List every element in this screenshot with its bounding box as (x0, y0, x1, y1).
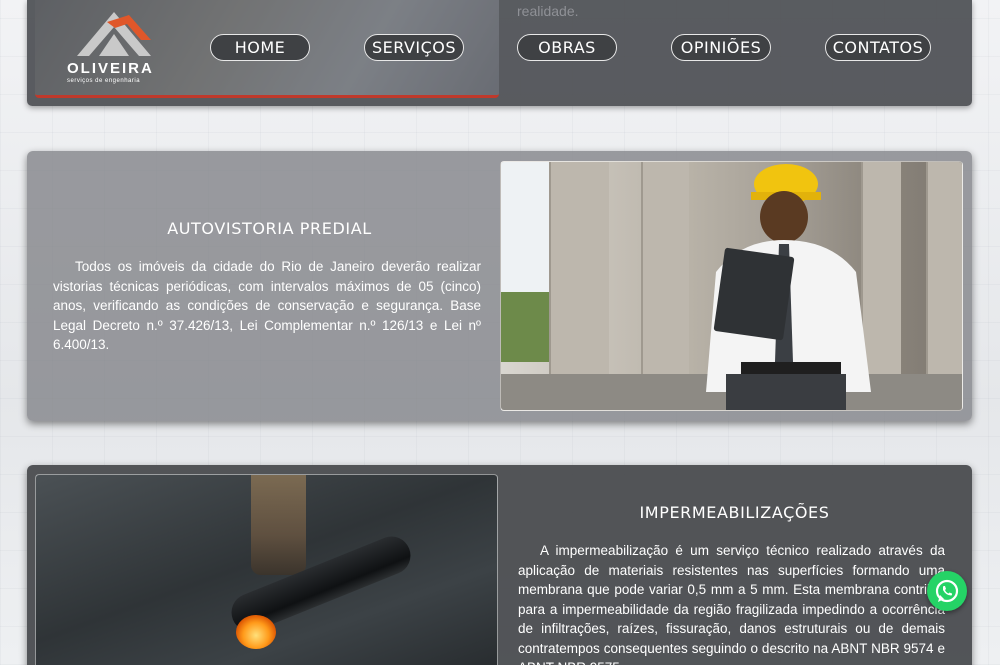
nav-contatos[interactable]: CONTATOS (825, 34, 931, 61)
card-title: IMPERMEABILIZAÇÕES (639, 503, 830, 522)
whatsapp-button[interactable] (927, 571, 967, 611)
logo[interactable]: OLIVEIRA serviços de engenharia (67, 10, 162, 88)
service-card-autovistoria: AUTOVISTORIA PREDIAL Todos os imóveis da… (27, 151, 972, 421)
logo-mark-icon (77, 12, 151, 56)
card-text: Todos os imóveis da cidade do Rio de Jan… (53, 259, 481, 352)
whatsapp-icon (935, 579, 959, 603)
previous-section-text: realidade. (517, 3, 579, 19)
nav-servicos[interactable]: SERVIÇOS (364, 34, 464, 61)
nav-obras[interactable]: OBRAS (517, 34, 617, 61)
logo-tagline: serviços de engenharia (67, 78, 141, 84)
logo-name: OLIVEIRA (67, 60, 154, 77)
card-title: AUTOVISTORIA PREDIAL (167, 219, 372, 238)
card-text: A impermeabilização é um serviço técnico… (518, 543, 945, 665)
service-card-impermeabilizacoes: IMPERMEABILIZAÇÕES A impermeabilização é… (27, 465, 972, 665)
inspector-photo (500, 161, 963, 411)
site-header: realidade. OLIVEIRA serviços de engenhar… (27, 0, 972, 106)
inspector-figure-icon (706, 164, 871, 410)
nav-home[interactable]: HOME (210, 34, 310, 61)
nav-opinioes[interactable]: OPINIÕES (671, 34, 771, 61)
waterproofing-photo (35, 474, 498, 665)
